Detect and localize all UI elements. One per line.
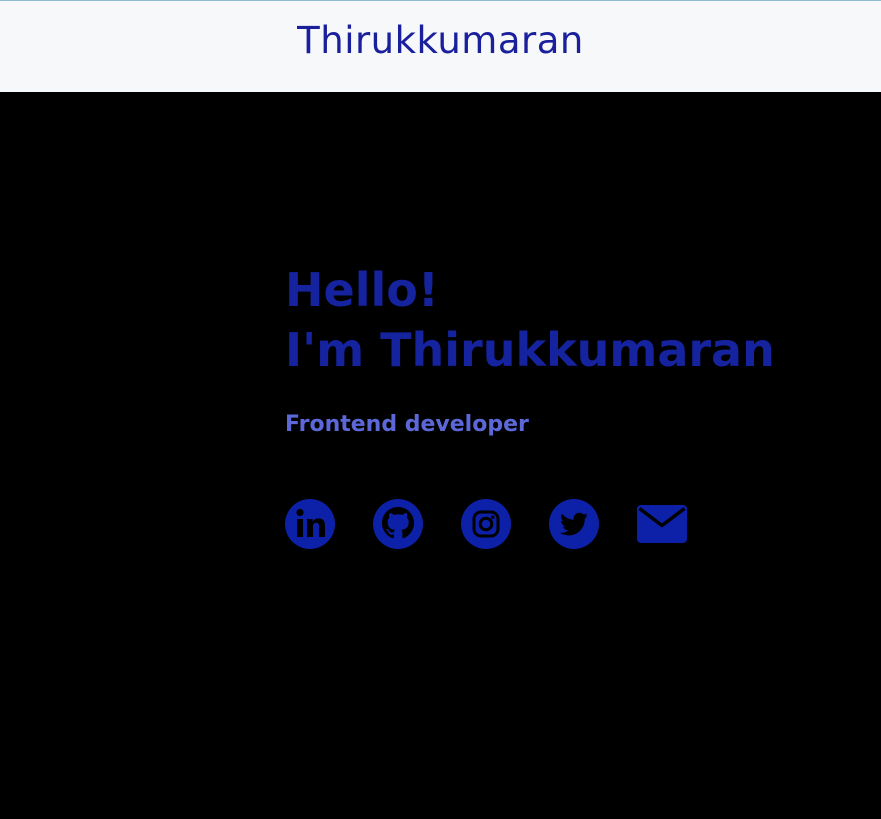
hero-greeting: Hello! I'm Thirukkumaran (285, 260, 775, 380)
hero-section: Hello! I'm Thirukkumaran Frontend develo… (0, 92, 881, 819)
greeting-line-name: I'm Thirukkumaran (285, 323, 775, 377)
social-links (285, 499, 725, 549)
greeting-line-hello: Hello! (285, 263, 439, 317)
hero-role: Frontend developer (285, 412, 529, 437)
email-link[interactable] (637, 499, 687, 549)
linkedin-icon (285, 499, 335, 549)
github-link[interactable] (373, 499, 423, 549)
top-navbar: Thirukkumaran (0, 0, 881, 92)
brand-title[interactable]: Thirukkumaran (0, 19, 881, 62)
linkedin-link[interactable] (285, 499, 335, 549)
instagram-link[interactable] (461, 499, 511, 549)
twitter-link[interactable] (549, 499, 599, 549)
instagram-icon (461, 499, 511, 549)
twitter-icon (549, 499, 599, 549)
email-icon (637, 505, 687, 543)
github-icon (373, 499, 423, 549)
